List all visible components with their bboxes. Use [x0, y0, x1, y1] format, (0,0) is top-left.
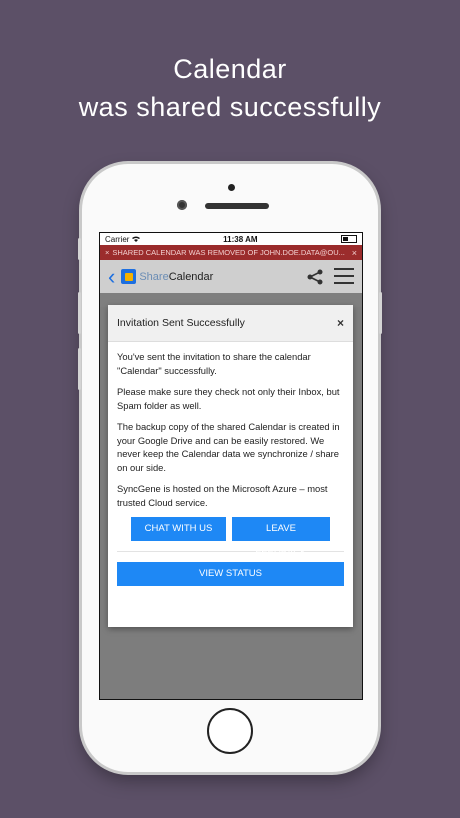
wifi-icon: [131, 235, 140, 244]
app-logo: [121, 269, 137, 284]
sensor-dot: [228, 184, 235, 191]
dialog-title: Invitation Sent Successfully: [117, 317, 245, 329]
dialog-button-row: CHAT WITH US LEAVE FEEDBACK: [117, 517, 344, 558]
phone-screen: Carrier 11:38 AM × SHARED CALENDAR WAS R…: [99, 232, 363, 700]
leave-feedback-button[interactable]: LEAVE FEEDBACK: [232, 517, 330, 558]
dialog-paragraph: Please make sure they check not only the…: [117, 386, 340, 411]
brand-part-calendar: Calendar: [168, 270, 214, 283]
front-camera: [177, 200, 187, 210]
alert-close-icon[interactable]: ×: [352, 248, 357, 258]
home-button[interactable]: [207, 708, 253, 754]
carrier-label: Carrier: [105, 235, 140, 244]
view-status-button[interactable]: VIEW STATUS: [117, 562, 344, 586]
app-brand: ShareCalendar: [139, 271, 213, 283]
headline-line2: was shared successfully: [78, 92, 382, 122]
chat-with-us-button[interactable]: CHAT WITH US: [131, 517, 226, 541]
dialog-paragraph: SyncGene is hosted on the Microsoft Azur…: [117, 483, 328, 508]
dialog-body: You've sent the invitation to share the …: [108, 342, 353, 586]
status-bar: Carrier 11:38 AM: [100, 233, 362, 245]
battery-icon: [340, 235, 357, 243]
volume-up-button: [78, 292, 81, 334]
back-chevron-icon[interactable]: ‹: [108, 265, 115, 287]
headline: Calendar was shared successfully: [0, 50, 460, 126]
headline-line1: Calendar: [173, 54, 287, 84]
alert-close-left-icon: ×: [105, 248, 110, 257]
status-time: 11:38 AM: [223, 234, 258, 244]
alert-text: SHARED CALENDAR WAS REMOVED OF JOHN.DOE.…: [112, 248, 345, 257]
app-header: ‹ ShareCalendar: [100, 260, 362, 293]
volume-down-button: [78, 348, 81, 390]
invitation-dialog: Invitation Sent Successfully × You've se…: [108, 305, 353, 627]
share-icon[interactable]: [306, 269, 324, 285]
phone-frame: Carrier 11:38 AM × SHARED CALENDAR WAS R…: [78, 164, 382, 772]
alert-banner: × SHARED CALENDAR WAS REMOVED OF JOHN.DO…: [100, 245, 362, 260]
dialog-divider: [117, 551, 344, 552]
dialog-paragraph: The backup copy of the shared Calendar i…: [117, 421, 340, 473]
carrier-text: Carrier: [105, 234, 130, 244]
earpiece-speaker: [205, 203, 269, 209]
hamburger-menu-icon[interactable]: [334, 268, 354, 284]
dialog-close-icon[interactable]: ×: [337, 316, 344, 330]
dialog-header: Invitation Sent Successfully ×: [108, 305, 353, 342]
power-button: [379, 292, 382, 334]
brand-part-share: Share: [139, 270, 169, 283]
side-button: [78, 238, 81, 260]
dialog-paragraph: You've sent the invitation to share the …: [117, 351, 311, 376]
